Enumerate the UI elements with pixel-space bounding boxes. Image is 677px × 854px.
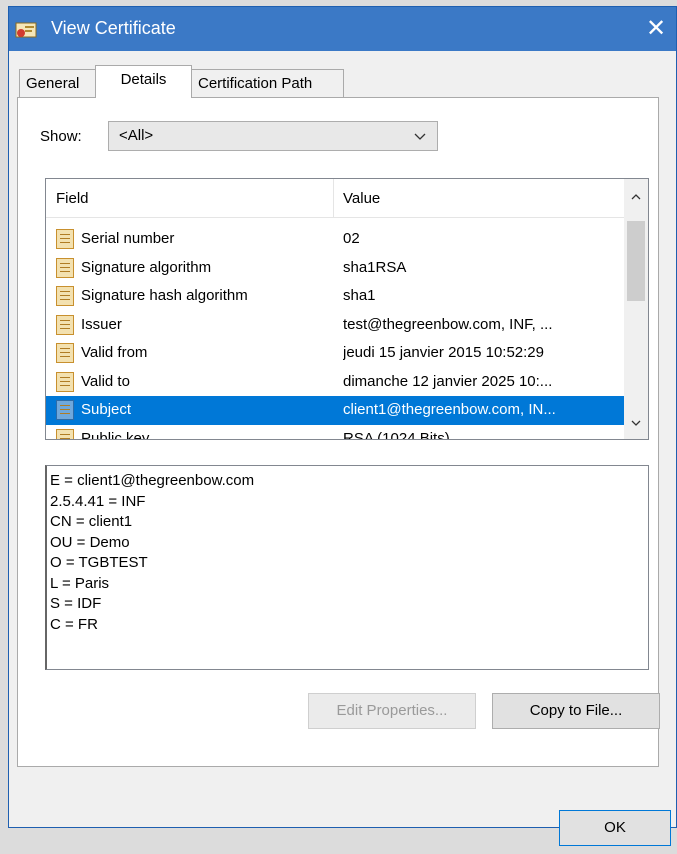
list-item[interactable]: Valid from jeudi 15 janvier 2015 10:52:29 bbox=[46, 339, 624, 368]
show-dropdown[interactable]: <All> bbox=[108, 121, 438, 151]
tab-details[interactable]: Details bbox=[95, 65, 192, 98]
tab-certification-path[interactable]: Certification Path bbox=[191, 69, 344, 97]
details-panel: Show: <All> Field Value Serial number 02 S… bbox=[17, 97, 660, 767]
show-label: Show: bbox=[40, 128, 82, 145]
certificate-field-icon bbox=[56, 286, 74, 306]
show-dropdown-value: <All> bbox=[119, 127, 154, 144]
list-item[interactable]: Serial number 02 bbox=[46, 225, 624, 254]
copy-to-file-button[interactable]: Copy to File... bbox=[492, 693, 660, 729]
field-value: sha1 bbox=[343, 287, 376, 304]
detail-line: 2.5.4.41 = INF bbox=[50, 492, 146, 510]
field-name: Issuer bbox=[81, 315, 122, 333]
chevron-down-icon bbox=[413, 126, 427, 149]
certificate-field-icon bbox=[56, 428, 74, 439]
column-header-value[interactable]: Value bbox=[343, 190, 380, 207]
field-value: client1@thegreenbow.com, IN... bbox=[343, 401, 556, 418]
field-name: Serial number bbox=[81, 230, 175, 247]
field-name: Valid from bbox=[81, 344, 148, 361]
view-certificate-dialog: View Certificate ✕ General Details Certi… bbox=[8, 6, 677, 846]
field-detail-textbox[interactable]: E = client1@thegreenbow.com 2.5.4.41 = IN… bbox=[45, 465, 649, 670]
field-name: Signature algorithm bbox=[81, 258, 212, 276]
column-divider[interactable] bbox=[333, 179, 334, 217]
list-item[interactable]: Issuer test@thegreenbow.com, INF, ... bbox=[46, 311, 624, 340]
field-value: dimanche 12 janvier 2025 10:... bbox=[343, 372, 553, 390]
title-bar: View Certificate ✕ bbox=[9, 7, 676, 51]
field-name: Valid to bbox=[81, 372, 130, 390]
certificate-field-icon bbox=[56, 343, 74, 363]
certificate-field-icon bbox=[56, 371, 74, 392]
list-item[interactable]: Signature algorithm sha1RSA bbox=[46, 254, 624, 283]
certificate-field-icon bbox=[56, 400, 74, 420]
certificate-field-icon bbox=[56, 229, 74, 249]
certificate-field-icon bbox=[56, 257, 74, 278]
vertical-scrollbar[interactable] bbox=[624, 179, 648, 439]
detail-line: O = TGBTEST bbox=[50, 554, 148, 571]
field-value: 02 bbox=[343, 230, 360, 247]
scrollbar-thumb[interactable] bbox=[627, 221, 645, 301]
list-item[interactable]: Public key RSA (1024 Bits) bbox=[46, 425, 624, 440]
field-name: Signature hash algorithm bbox=[81, 287, 248, 304]
field-value: sha1RSA bbox=[343, 258, 407, 276]
list-item[interactable]: Signature hash algorithm sha1 bbox=[46, 282, 624, 311]
tab-general[interactable]: General bbox=[19, 69, 97, 97]
certificate-field-icon bbox=[56, 314, 74, 335]
ok-button[interactable]: OK bbox=[559, 810, 671, 846]
field-value: RSA (1024 Bits) bbox=[343, 429, 450, 440]
list-rows: Serial number 02 Signature algorithm sha1RS… bbox=[46, 225, 624, 440]
field-list[interactable]: Field Value Serial number 02 Signature alg… bbox=[45, 178, 649, 440]
scroll-up-icon[interactable] bbox=[624, 179, 648, 217]
detail-line: C = FR bbox=[50, 615, 98, 633]
list-item[interactable]: Subject client1@thegreenbow.com, IN... bbox=[46, 396, 624, 425]
field-name: Public key bbox=[81, 429, 150, 440]
detail-line: S = IDF bbox=[50, 595, 102, 612]
detail-line: E = client1@thegreenbow.com bbox=[50, 472, 255, 489]
edit-properties-button[interactable]: Edit Properties... bbox=[308, 693, 476, 729]
scroll-down-icon[interactable] bbox=[624, 409, 648, 439]
close-icon[interactable]: ✕ bbox=[636, 7, 676, 51]
window-title: View Certificate bbox=[51, 18, 176, 38]
detail-line: OU = Demo bbox=[50, 533, 130, 551]
field-value: test@thegreenbow.com, INF, ... bbox=[343, 315, 553, 333]
list-header: Field Value bbox=[46, 179, 624, 218]
field-name: Subject bbox=[81, 401, 132, 418]
list-item[interactable]: Valid to dimanche 12 janvier 2025 10:... bbox=[46, 368, 624, 397]
certificate-icon bbox=[15, 20, 39, 40]
field-value: jeudi 15 janvier 2015 10:52:29 bbox=[343, 344, 544, 361]
column-header-field[interactable]: Field bbox=[56, 190, 89, 207]
detail-line: L = Paris bbox=[50, 574, 110, 592]
detail-line: CN = client1 bbox=[50, 513, 133, 530]
